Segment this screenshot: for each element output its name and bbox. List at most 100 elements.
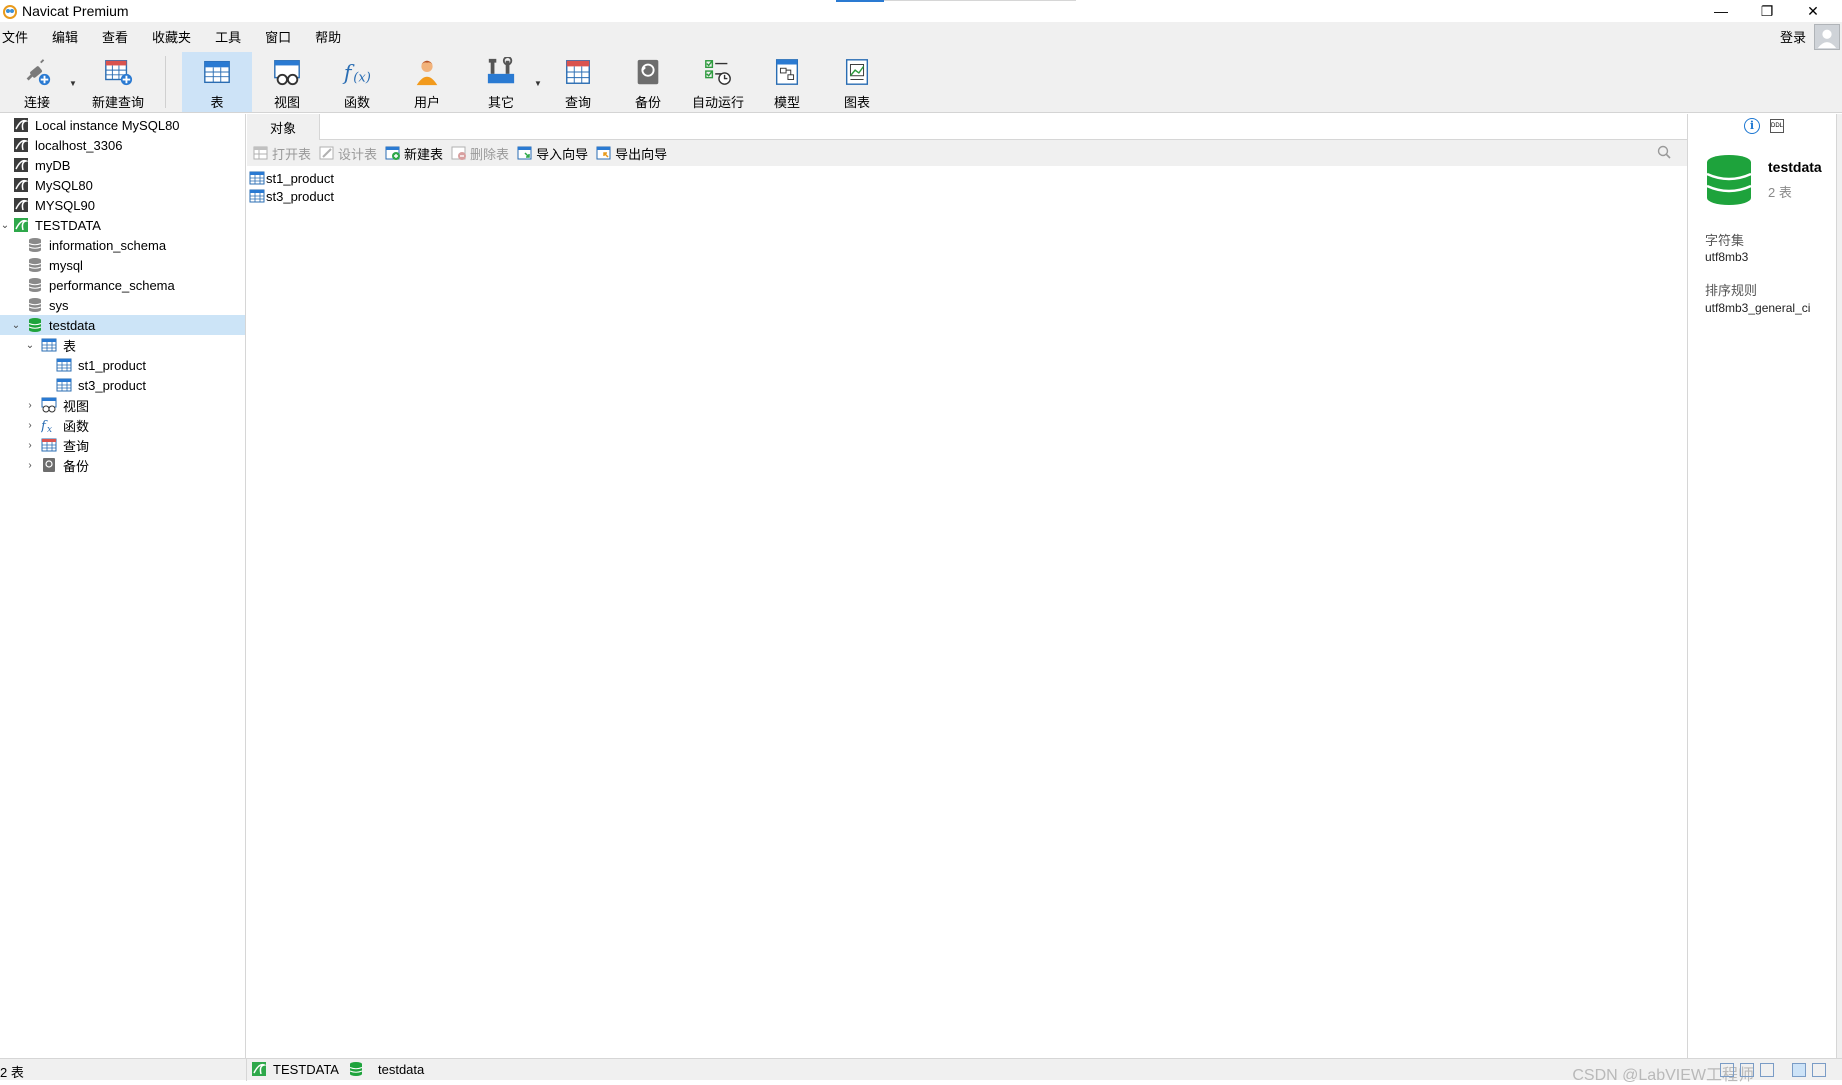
backups-folder[interactable]: › 备份: [0, 455, 245, 475]
info-toggle-icon[interactable]: [1812, 1063, 1826, 1077]
other-button[interactable]: 其它: [476, 52, 526, 112]
tables-folder-label: 表: [63, 338, 77, 354]
export-icon: [596, 146, 611, 160]
view-icon: [41, 397, 57, 413]
object-list-item[interactable]: st3_product: [249, 187, 334, 205]
import-wizard-button[interactable]: 导入向导: [517, 144, 588, 163]
chevron-right-icon[interactable]: ›: [25, 460, 35, 471]
menu-help[interactable]: 帮助: [313, 27, 355, 46]
close-button[interactable]: ✕: [1790, 0, 1836, 22]
database-label: sys: [49, 297, 69, 313]
search-icon[interactable]: [1657, 145, 1671, 159]
automation-button[interactable]: 自动运行: [688, 52, 748, 112]
function-icon: fx: [41, 419, 52, 433]
object-list-item[interactable]: st1_product: [249, 169, 334, 187]
connection-label: TESTDATA: [35, 217, 101, 233]
tables-folder[interactable]: ⌄ 表: [0, 335, 245, 355]
connection-label: MYSQL90: [35, 197, 95, 213]
ddl-icon[interactable]: DDL: [1770, 119, 1784, 133]
connection-label: MySQL80: [35, 177, 93, 193]
tab-objects[interactable]: 对象: [247, 114, 319, 140]
panel-toggle-icon[interactable]: [1792, 1063, 1806, 1077]
login-link[interactable]: 登录: [1780, 27, 1806, 46]
design-table-button[interactable]: 设计表: [319, 144, 377, 163]
query-button[interactable]: 查询: [553, 52, 603, 112]
chevron-down-icon[interactable]: ⌄: [11, 320, 21, 331]
table-item[interactable]: st1_product: [0, 355, 245, 375]
status-connection-label: TESTDATA: [273, 1061, 339, 1077]
database-label: testdata: [49, 317, 96, 333]
list-view-icon[interactable]: [1740, 1063, 1754, 1077]
restore-button[interactable]: ❐: [1744, 0, 1790, 22]
navigation-tree: Local instance MySQL80 localhost_3306 my…: [0, 114, 246, 1058]
database-item[interactable]: sys: [0, 295, 245, 315]
status-database: testdata: [348, 1061, 424, 1077]
chevron-right-icon[interactable]: ›: [25, 400, 35, 411]
queries-folder-label: 查询: [63, 438, 90, 454]
detail-view-icon[interactable]: [1760, 1063, 1774, 1077]
menu-window[interactable]: 窗口: [263, 27, 305, 46]
views-folder[interactable]: › 视图: [0, 395, 245, 415]
object-label: st3_product: [266, 188, 334, 204]
database-item-selected[interactable]: ⌄ testdata: [0, 315, 245, 335]
table-icon: [249, 171, 265, 185]
open-table-button[interactable]: 打开表: [253, 144, 311, 163]
right-edge-scrollbar[interactable]: [1836, 114, 1842, 1058]
menu-tools[interactable]: 工具: [213, 27, 255, 46]
connect-button[interactable]: 连接: [14, 52, 60, 112]
menu-edit[interactable]: 编辑: [50, 27, 92, 46]
user-button[interactable]: 用户: [402, 52, 452, 112]
menu-favorites[interactable]: 收藏夹: [150, 27, 205, 46]
minimize-button[interactable]: —: [1698, 0, 1744, 22]
database-item[interactable]: information_schema: [0, 235, 245, 255]
backup-icon: [632, 56, 664, 88]
function-button[interactable]: f (x) 函数: [332, 52, 382, 112]
user-avatar-icon: [1817, 29, 1837, 49]
database-item[interactable]: performance_schema: [0, 275, 245, 295]
import-wizard-label: 导入向导: [536, 146, 589, 162]
new-table-button[interactable]: 新建表: [385, 144, 443, 163]
functions-folder[interactable]: › fx 函数: [0, 415, 245, 435]
table-item[interactable]: st3_product: [0, 375, 245, 395]
export-wizard-label: 导出向导: [615, 146, 668, 162]
chevron-down-icon[interactable]: ⌄: [0, 220, 10, 231]
status-connection: TESTDATA: [251, 1061, 339, 1077]
database-label: performance_schema: [49, 277, 175, 293]
menu-file[interactable]: 文件: [0, 27, 42, 46]
title-bar: Navicat Premium — ❐ ✕: [0, 0, 1842, 22]
chevron-right-icon[interactable]: ›: [25, 420, 35, 431]
table-button[interactable]: 表: [182, 52, 252, 112]
database-icon: [28, 278, 42, 292]
chevron-right-icon[interactable]: ›: [25, 440, 35, 451]
connection-item[interactable]: localhost_3306: [0, 135, 245, 155]
connect-dropdown-arrow[interactable]: ▼: [69, 79, 77, 88]
info-table-count: 2 表: [1768, 185, 1792, 200]
status-count: 2 表: [0, 1065, 24, 1080]
menu-view[interactable]: 查看: [100, 27, 142, 46]
new-table-icon: [385, 146, 401, 160]
function-label: 函数: [343, 95, 370, 110]
delete-table-icon: [451, 146, 467, 160]
queries-folder[interactable]: › 查询: [0, 435, 245, 455]
connection-item[interactable]: myDB: [0, 155, 245, 175]
connection-item[interactable]: Local instance MySQL80: [0, 115, 245, 135]
avatar[interactable]: [1814, 24, 1840, 50]
delete-table-button[interactable]: 删除表: [451, 144, 509, 163]
connection-item[interactable]: MYSQL90: [0, 195, 245, 215]
export-wizard-button[interactable]: 导出向导: [596, 144, 667, 163]
backup-icon: [43, 458, 55, 472]
connection-item-open[interactable]: ⌄ TESTDATA: [0, 215, 245, 235]
chevron-down-icon[interactable]: ⌄: [25, 340, 35, 351]
new-query-button[interactable]: 新建查询: [86, 52, 150, 112]
connection-label: myDB: [35, 157, 71, 173]
view-button[interactable]: 视图: [262, 52, 312, 112]
connection-item[interactable]: MySQL80: [0, 175, 245, 195]
grid-view-icon[interactable]: [1720, 1063, 1734, 1077]
backup-button[interactable]: 备份: [623, 52, 673, 112]
database-item[interactable]: mysql: [0, 255, 245, 275]
info-icon[interactable]: i: [1744, 118, 1760, 134]
other-dropdown-arrow[interactable]: ▼: [534, 79, 542, 88]
chart-button[interactable]: 图表: [832, 52, 882, 112]
model-button[interactable]: 模型: [762, 52, 812, 112]
chart-label: 图表: [843, 95, 870, 110]
